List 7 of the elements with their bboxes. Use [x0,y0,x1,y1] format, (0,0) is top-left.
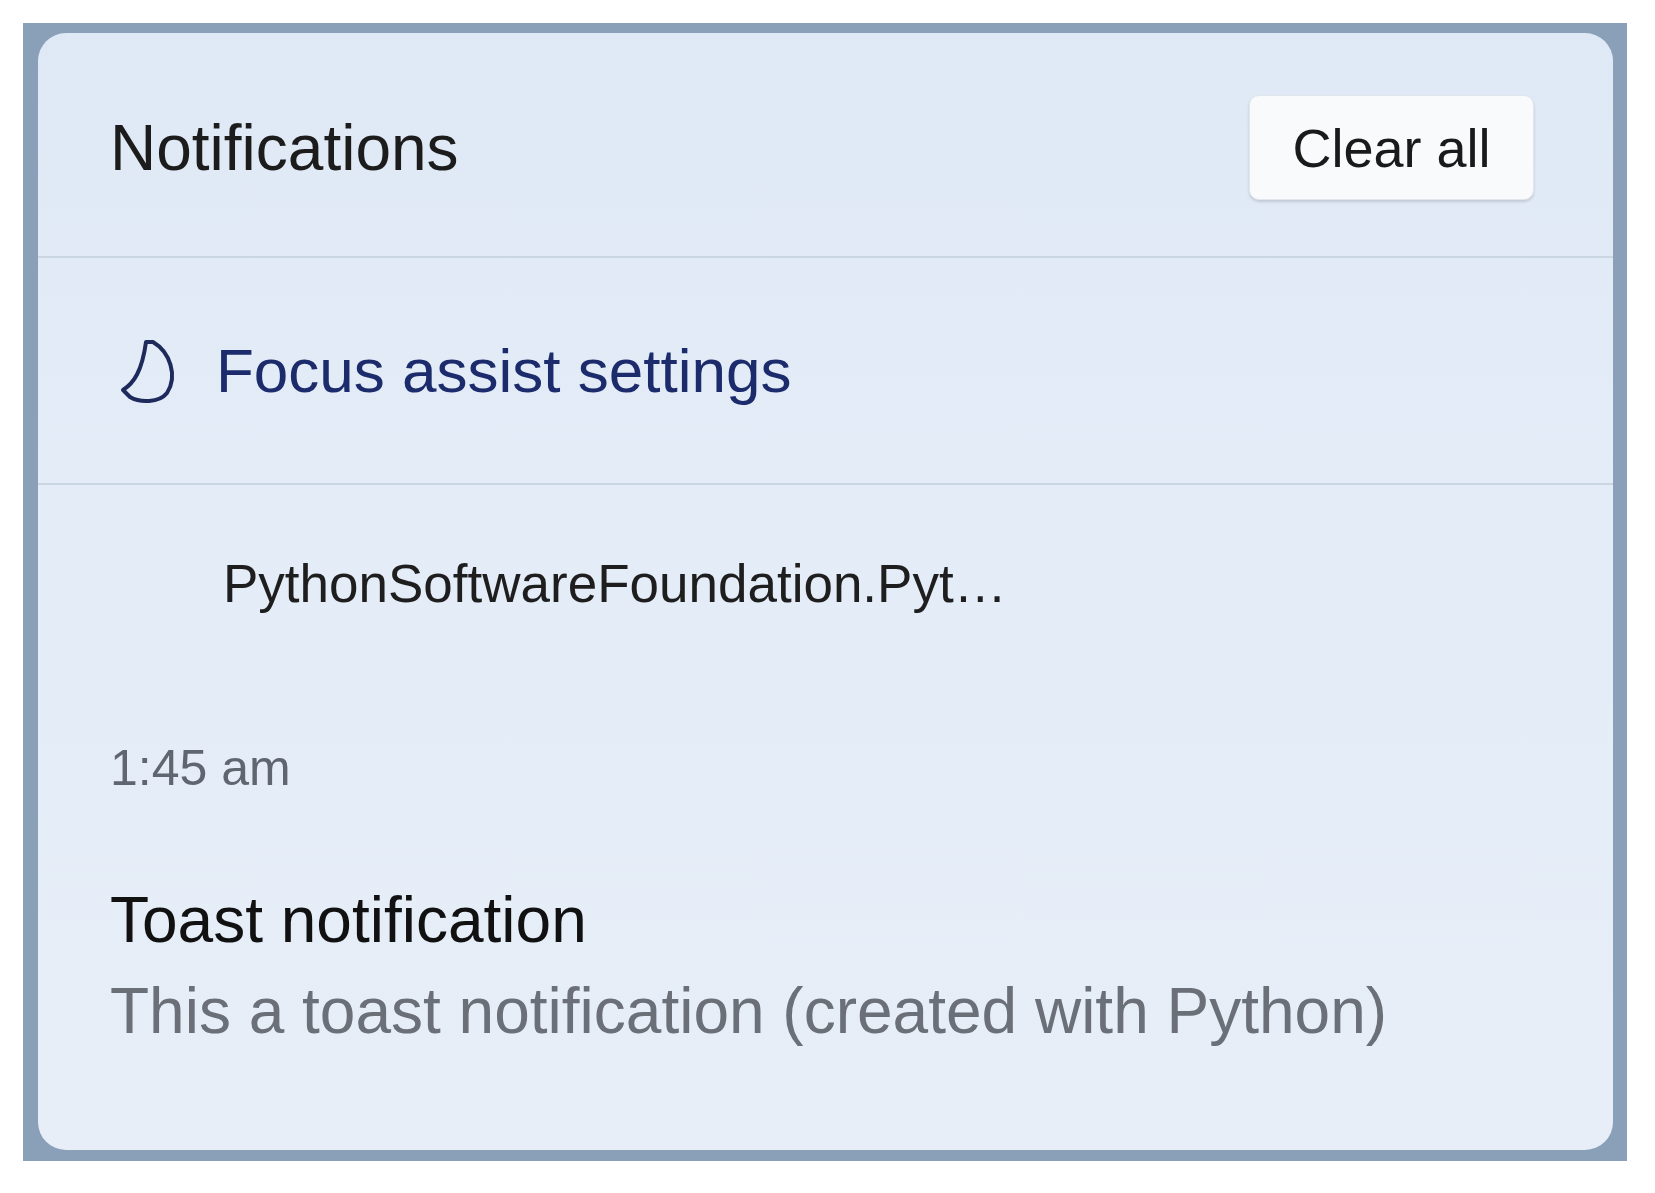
panel-title: Notifications [110,110,459,186]
notification-time: 1:45 am [110,739,291,798]
clear-all-button[interactable]: Clear all [1249,95,1534,200]
focus-assist-link[interactable]: Focus assist settings [216,333,792,408]
app-name: PythonSoftwareFoundation.Pyt… [223,553,1007,615]
notification-body: This a toast notification (created with Python) [110,974,1388,1049]
notification-title: Toast notification [110,883,587,958]
